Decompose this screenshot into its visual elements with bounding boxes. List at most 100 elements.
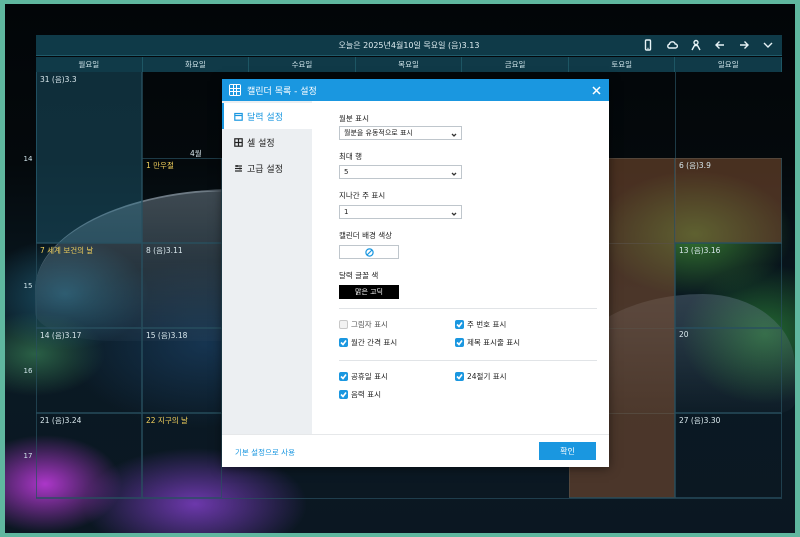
day-label: 14 (음)3.17: [40, 331, 82, 340]
grid-line: [36, 498, 782, 499]
checkbox-label: 음력 표시: [351, 390, 381, 399]
day-label: 8 (음)3.11: [146, 246, 183, 255]
calendar-app-icon: [229, 84, 241, 96]
day-cell-apr22[interactable]: 22 지구의 날: [142, 413, 222, 498]
check-icon: [455, 372, 464, 381]
weekday-sun: 일요일: [675, 57, 783, 72]
weekday-fri: 금요일: [462, 57, 569, 72]
sidebar-item-advanced-settings[interactable]: 고급 설정: [222, 155, 312, 181]
reset-defaults-link[interactable]: 기본 설정으로 사용: [235, 447, 295, 458]
day-cell-apr7[interactable]: 7 세계 보건의 날: [36, 243, 142, 328]
day-label: 21 (음)3.24: [40, 416, 82, 425]
ok-button[interactable]: 확인: [539, 442, 596, 460]
holiday-checkbox[interactable]: 공휴일 표시: [339, 371, 388, 382]
check-icon: [339, 390, 348, 399]
day-cell-apr14[interactable]: 14 (음)3.17: [36, 328, 142, 413]
dialog-title: 캘린더 목록 - 설정: [247, 86, 317, 97]
phone-icon[interactable]: [640, 37, 656, 53]
day-label: 7 세계 보건의 날: [40, 246, 94, 255]
day-cell-apr20[interactable]: 20: [675, 328, 782, 413]
list-icon: [233, 163, 243, 173]
day-label: 20: [679, 330, 689, 339]
day-label: 6 (음)3.9: [679, 161, 711, 170]
chevron-down-icon: [451, 169, 457, 176]
select-value: 월분을 유동적으로 표시: [344, 129, 413, 137]
close-icon: [591, 85, 601, 95]
day-cell-mar31[interactable]: 31 (음)3.3: [36, 72, 142, 243]
font-color-picker[interactable]: 맑은 고딕: [339, 285, 399, 299]
weekday-wed: 수요일: [249, 57, 356, 72]
solar-terms-checkbox[interactable]: 24절기 표시: [455, 371, 507, 382]
sidebar-item-cell-settings[interactable]: 셀 설정: [222, 129, 312, 155]
arrow-right-icon[interactable]: [736, 37, 752, 53]
day-label: 1 만우절: [146, 161, 174, 170]
calendar-header: 오늘은 2025년4월10일 목요일 (음)3.13: [36, 35, 782, 56]
day-cell-apr13[interactable]: 13 (음)3.16: [675, 243, 782, 328]
max-rows-label: 최대 행: [339, 152, 363, 161]
sidebar-item-label: 고급 설정: [247, 164, 283, 175]
header-toolbar: [640, 35, 776, 55]
check-icon: [455, 320, 464, 329]
weekday-sat: 토요일: [569, 57, 676, 72]
sidebar-item-calendar-settings[interactable]: 달력 설정: [222, 103, 312, 129]
weekday-bar: 월요일 화요일 수요일 목요일 금요일 토요일 일요일: [36, 57, 783, 72]
chevron-down-icon[interactable]: [760, 37, 776, 53]
max-rows-select[interactable]: 5: [339, 165, 462, 179]
font-color-label: 달력 글꼴 색: [339, 271, 379, 280]
week-number: 17: [23, 452, 33, 460]
past-weeks-label: 지나간 주 표시: [339, 191, 386, 200]
week-number-checkbox[interactable]: 주 번호 표시: [455, 319, 506, 330]
past-weeks-select[interactable]: 1: [339, 205, 462, 219]
day-label: 13 (음)3.16: [679, 246, 721, 255]
select-value: 1: [344, 208, 349, 216]
week-number: 14: [23, 155, 33, 163]
day-label: 31 (음)3.3: [40, 75, 77, 84]
checkbox-label: 24절기 표시: [467, 372, 507, 381]
day-label: 15 (음)3.18: [146, 331, 188, 340]
user-icon[interactable]: [688, 37, 704, 53]
close-button[interactable]: [589, 83, 603, 97]
arrow-left-icon[interactable]: [712, 37, 728, 53]
lunar-checkbox[interactable]: 음력 표시: [339, 389, 381, 400]
day-cell-apr1[interactable]: 1 만우절: [142, 158, 222, 243]
grid-icon: [233, 137, 243, 147]
chevron-down-icon: [451, 209, 457, 216]
day-cell-apr27[interactable]: 27 (음)3.30: [675, 413, 782, 498]
select-value: 5: [344, 168, 349, 176]
checkbox-box: [339, 320, 348, 329]
settings-sidebar: 달력 설정 셀 설정 고급 설정: [222, 101, 312, 434]
shadow-checkbox[interactable]: 그림자 표시: [339, 319, 388, 330]
checkbox-label: 주 번호 표시: [467, 320, 507, 329]
weekday-tue: 화요일: [143, 57, 250, 72]
title-bar-checkbox[interactable]: 제목 표시줄 표시: [455, 337, 520, 348]
check-icon: [339, 338, 348, 347]
day-label: 22 지구의 날: [146, 416, 188, 425]
calendar-icon: [233, 111, 243, 121]
week-number: 15: [23, 282, 33, 290]
month-display-select[interactable]: 월분을 유동적으로 표시: [339, 126, 462, 140]
checkbox-label: 공휴일 표시: [351, 372, 388, 381]
check-icon: [339, 372, 348, 381]
bg-color-picker[interactable]: [339, 245, 399, 259]
checkbox-label: 제목 표시줄 표시: [467, 338, 521, 347]
weekday-mon: 월요일: [36, 57, 143, 72]
week-number: 16: [23, 367, 33, 375]
sidebar-item-label: 셀 설정: [247, 138, 275, 149]
day-cell-apr8[interactable]: 8 (음)3.11: [142, 243, 222, 328]
chevron-down-icon: [451, 130, 457, 137]
no-color-icon: [364, 247, 374, 257]
day-label: 27 (음)3.30: [679, 416, 721, 425]
weekday-thu: 목요일: [356, 57, 463, 72]
divider: [339, 308, 597, 309]
checkbox-label: 월간 간격 표시: [351, 338, 398, 347]
day-cell-apr6[interactable]: 6 (음)3.9: [675, 158, 782, 243]
day-cell-apr21[interactable]: 21 (음)3.24: [36, 413, 142, 498]
divider: [339, 360, 597, 361]
dialog-footer: 기본 설정으로 사용 확인: [222, 434, 609, 467]
month-gap-checkbox[interactable]: 월간 간격 표시: [339, 337, 397, 348]
day-cell-apr15[interactable]: 15 (음)3.18: [142, 328, 222, 413]
month-display-label: 월분 표시: [339, 114, 369, 123]
check-icon: [455, 338, 464, 347]
dialog-titlebar[interactable]: 캘린더 목록 - 설정: [222, 79, 609, 101]
cloud-icon[interactable]: [664, 37, 680, 53]
